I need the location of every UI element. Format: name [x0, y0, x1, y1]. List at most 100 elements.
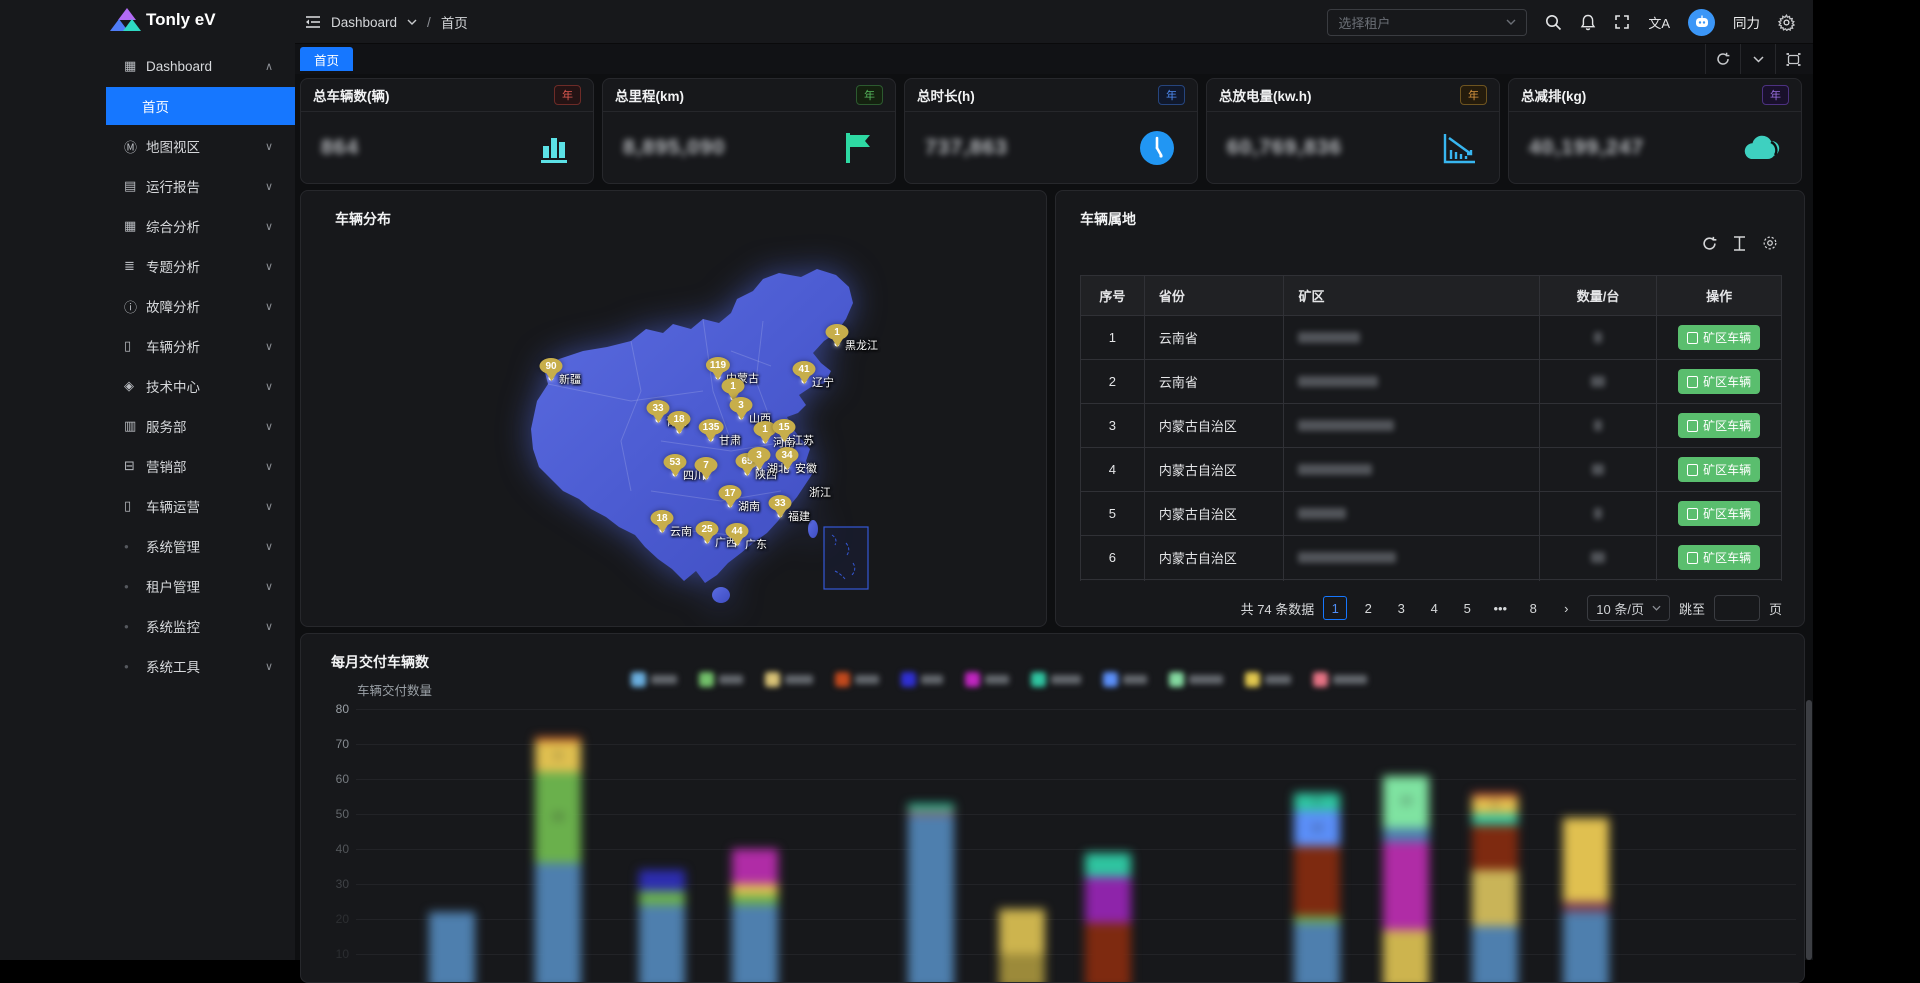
dot-icon: ●	[124, 542, 146, 551]
sidebar-item-故障分析[interactable]: ⓘ故障分析∨	[0, 286, 295, 326]
sidebar-item-首页[interactable]: 首页	[106, 87, 295, 125]
kpi-body: 8,895,090	[603, 112, 895, 184]
breadcrumb-root[interactable]: Dashboard	[331, 15, 397, 30]
button-label: 矿区车辆	[1703, 461, 1751, 478]
cell-action: 矿区车辆	[1657, 580, 1781, 581]
pagination-page-4[interactable]: 4	[1422, 596, 1446, 620]
sidebar-item-综合分析[interactable]: ▦综合分析∨	[0, 206, 295, 246]
bar-segment	[732, 895, 778, 906]
cell-index: 5	[1081, 492, 1145, 535]
search-icon[interactable]	[1545, 14, 1562, 31]
bar-segment	[1563, 902, 1609, 913]
sidebar-item-系统管理[interactable]: ●系统管理∨	[0, 526, 295, 566]
sidebar-item-Dashboard[interactable]: ▦Dashboard∧	[0, 46, 295, 86]
chevron-down-icon: ∨	[265, 420, 273, 433]
sidebar-collapse-icon[interactable]	[305, 15, 321, 29]
mine-vehicles-button[interactable]: 矿区车辆	[1678, 413, 1760, 438]
mine-vehicles-button[interactable]: 矿区车辆	[1678, 545, 1760, 570]
sidebar-item-label: 系统工具	[146, 656, 200, 676]
table-row: 3内蒙古自治区矿区车辆	[1081, 404, 1781, 448]
kpi-header: 总减排(kg) 年	[1509, 79, 1801, 112]
pagination-page-3[interactable]: 3	[1389, 596, 1413, 620]
kpi-period-badge[interactable]: 年	[856, 85, 883, 105]
kpi-period-badge[interactable]: 年	[1762, 85, 1789, 105]
refresh-icon[interactable]	[1705, 44, 1740, 74]
row-height-icon[interactable]	[1733, 235, 1746, 251]
button-label: 矿区车辆	[1703, 549, 1751, 566]
fullscreen-icon[interactable]	[1614, 14, 1630, 30]
map-pin[interactable]: 1	[722, 378, 745, 394]
bar-segment: 10	[1294, 811, 1340, 846]
app-logo: Tonly eV	[110, 8, 216, 32]
avatar[interactable]	[1688, 9, 1715, 36]
sidebar-item-技术中心[interactable]: ◈技术中心∨	[0, 366, 295, 406]
frame-maximize-icon[interactable]	[1775, 44, 1810, 74]
chevron-up-icon: ∧	[265, 60, 273, 73]
sidebar-item-租户管理[interactable]: ●租户管理∨	[0, 566, 295, 606]
sidebar-item-label: 系统监控	[146, 616, 200, 636]
sidebar-item-专题分析[interactable]: ≣专题分析∨	[0, 246, 295, 286]
service-icon: ▥	[124, 418, 146, 434]
kpi-period-badge[interactable]: 年	[1460, 85, 1487, 105]
info-icon: ⓘ	[124, 297, 146, 316]
panel-title: 车辆属地	[1080, 209, 1136, 229]
notification-bell-icon[interactable]	[1580, 14, 1596, 31]
page-size-select[interactable]: 10 条/页	[1587, 595, 1670, 621]
cell-index: 2	[1081, 360, 1145, 403]
cell-province: 云南省	[1145, 360, 1285, 403]
pagination-next[interactable]: ›	[1554, 596, 1578, 620]
jump-page-input[interactable]	[1714, 595, 1760, 621]
mine-vehicles-button[interactable]: 矿区车辆	[1678, 325, 1760, 350]
settings-gear-icon[interactable]	[1778, 14, 1795, 31]
sidebar-item-车辆分析[interactable]: ▯车辆分析∨	[0, 326, 295, 366]
chevron-down-icon[interactable]	[1740, 44, 1775, 74]
bar-segment	[1085, 923, 1131, 983]
sidebar-item-服务部[interactable]: ▥服务部 ∨	[0, 406, 295, 446]
bar-segment	[1472, 793, 1518, 797]
translate-icon[interactable]: 文A	[1648, 13, 1670, 32]
kpi-card-5: 总减排(kg)年40,199,247	[1508, 78, 1802, 184]
map-pin[interactable]: 7	[695, 457, 718, 473]
pagination-page-5[interactable]: 5	[1455, 596, 1479, 620]
cell-action: 矿区车辆	[1657, 316, 1781, 359]
sidebar-item-运行报告[interactable]: ▤运行报告∨	[0, 166, 295, 206]
kpi-card-2: 总里程(km)年8,895,090	[602, 78, 896, 184]
vehicle-distribution-panel: 车辆分布	[300, 190, 1047, 627]
bar-segment	[732, 884, 778, 895]
analysis-icon: ▦	[124, 218, 146, 234]
pagination-page-2[interactable]: 2	[1356, 596, 1380, 620]
sidebar-item-车辆运营[interactable]: ▯车辆运营∨	[0, 486, 295, 526]
sidebar-item-系统监控[interactable]: ●系统监控∨	[0, 606, 295, 646]
refresh-icon[interactable]	[1702, 235, 1717, 251]
bar-segment	[1294, 846, 1340, 916]
table-row: 6内蒙古自治区矿区车辆	[1081, 536, 1781, 580]
sidebar-item-地图视区[interactable]: Ⓜ地图视区∨	[0, 126, 295, 166]
sidebar-item-label: 服务部	[146, 416, 187, 436]
column-settings-gear-icon[interactable]	[1762, 235, 1778, 251]
china-map[interactable]	[301, 191, 1047, 627]
sidebar-item-营销部[interactable]: ⊟营销部∨	[0, 446, 295, 486]
kpi-period-badge[interactable]: 年	[1158, 85, 1185, 105]
bar-segment	[908, 814, 954, 983]
map-pin[interactable]: 18	[668, 411, 691, 427]
cell-qty-masked	[1540, 448, 1658, 491]
bar-segment	[999, 909, 1045, 955]
kpi-period-badge[interactable]: 年	[554, 85, 581, 105]
mine-vehicles-button[interactable]: 矿区车辆	[1678, 501, 1760, 526]
pagination-page-1[interactable]: 1	[1323, 596, 1347, 620]
jump-label: 跳至	[1679, 599, 1705, 618]
bar-segment: 5	[1472, 797, 1518, 815]
tab-home[interactable]: 首页	[300, 47, 353, 71]
kpi-label: 总减排(kg)	[1521, 85, 1586, 105]
mine-vehicles-button[interactable]: 矿区车辆	[1678, 457, 1760, 482]
sidebar-item-系统工具[interactable]: ●系统工具∨	[0, 646, 295, 686]
bar-segment	[535, 863, 581, 983]
username[interactable]: 同力	[1733, 12, 1760, 32]
tenant-select[interactable]: 选择租户	[1327, 9, 1527, 36]
mine-vehicles-button[interactable]: 矿区车辆	[1678, 369, 1760, 394]
scrollbar-thumb[interactable]	[1806, 700, 1812, 960]
map-pin-label: 福建	[788, 508, 810, 524]
flag-icon	[841, 131, 875, 165]
pagination-page-8[interactable]: 8	[1521, 596, 1545, 620]
bar-segment: 26	[535, 772, 581, 863]
